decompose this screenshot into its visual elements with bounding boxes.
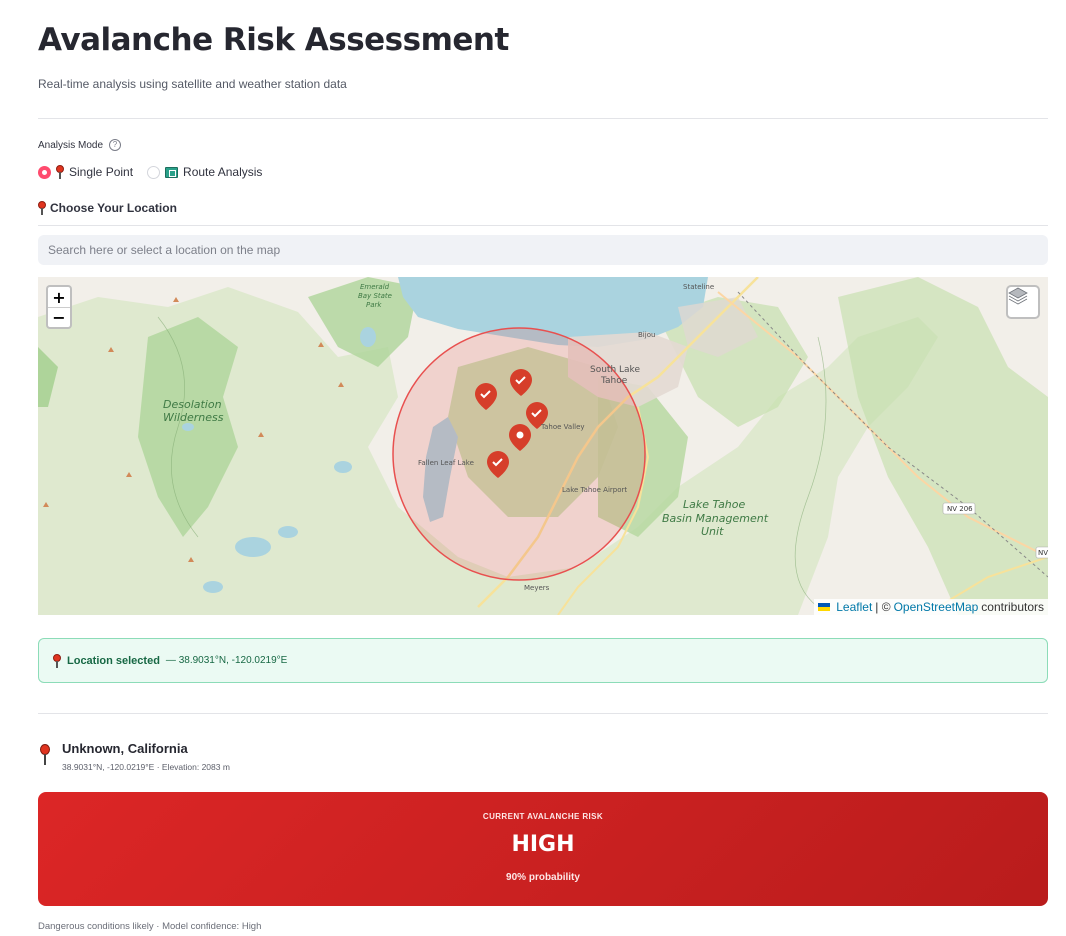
divider <box>38 225 1048 226</box>
alert-coords: — 38.9031°N, -120.0219°E <box>165 655 288 666</box>
round-pushpin-icon <box>53 653 61 668</box>
map-label: Lake Tahoe Airport <box>562 486 627 494</box>
page-subtitle: Real-time analysis using satellite and w… <box>38 77 347 91</box>
map-label: Bijou <box>638 331 655 339</box>
zoom-out-button[interactable]: − <box>48 307 70 327</box>
risk-card: CURRENT AVALANCHE RISK HIGH 90% probabil… <box>38 792 1048 906</box>
radio-selected-icon[interactable] <box>38 165 51 179</box>
analysis-mode-radio-group: Single Point Route Analysis <box>38 165 276 179</box>
map-label: Bay State <box>358 292 392 300</box>
choose-location-text: Choose Your Location <box>50 201 177 215</box>
leaflet-link[interactable]: Leaflet <box>836 600 872 614</box>
round-pushpin-icon <box>38 201 46 215</box>
zoom-in-button[interactable]: + <box>48 287 70 307</box>
location-selected-alert: Location selected — 38.9031°N, -120.0219… <box>38 638 1048 683</box>
analysis-mode-text: Analysis Mode <box>38 139 104 151</box>
map-label: Meyers <box>524 584 550 592</box>
map-view[interactable]: Desolation Wilderness Lake Tahoe Basin M… <box>38 277 1048 615</box>
risk-level: HIGH <box>511 832 575 857</box>
openstreetmap-link[interactable]: OpenStreetMap <box>894 600 979 614</box>
radio-unselected-icon[interactable] <box>147 165 161 179</box>
radio-label: Single Point <box>69 165 134 179</box>
zoom-control: + − <box>46 285 72 329</box>
radio-route-analysis[interactable]: Route Analysis <box>147 165 262 179</box>
page-title: Avalanche Risk Assessment <box>38 22 509 58</box>
question-circle-icon[interactable]: ? <box>109 139 122 151</box>
ukraine-flag-icon <box>818 603 831 611</box>
map-attribution: Leaflet | © OpenStreetMap contributors <box>814 599 1048 615</box>
location-meta: 38.9031°N, -120.0219°E · Elevation: 2083… <box>62 762 230 772</box>
map-label: Emerald <box>360 283 390 291</box>
map-label: Tahoe <box>600 376 628 386</box>
map-label: Fallen Leaf Lake <box>418 459 474 467</box>
location-name: Unknown, California <box>62 741 188 756</box>
radio-label: Route Analysis <box>183 165 263 179</box>
divider <box>38 118 1048 119</box>
map-label: NV 206 <box>947 505 973 513</box>
attribution-separator: | © <box>875 600 891 614</box>
map-label: Lake Tahoe <box>683 498 746 511</box>
map-label: South Lake <box>590 365 640 375</box>
round-pushpin-icon <box>40 744 50 766</box>
risk-probability: 90% probability <box>506 872 580 883</box>
attribution-suffix: contributors <box>981 600 1044 614</box>
map-label: Basin Management <box>662 512 769 525</box>
map-tiles: Desolation Wilderness Lake Tahoe Basin M… <box>38 277 1048 615</box>
map-label: Tahoe Valley <box>540 423 585 431</box>
map-icon <box>165 166 179 178</box>
map-label: Stateline <box>683 283 714 291</box>
map-label: Desolation <box>163 398 222 411</box>
alert-title: Location selected <box>67 654 160 667</box>
choose-location-heading: Choose Your Location <box>38 201 177 215</box>
layers-icon[interactable] <box>1006 285 1040 319</box>
radio-single-point[interactable]: Single Point <box>38 165 133 179</box>
risk-footnote: Dangerous conditions likely · Model conf… <box>38 921 262 932</box>
analysis-mode-label: Analysis Mode ? <box>38 139 122 151</box>
location-search-input[interactable] <box>38 235 1048 265</box>
divider <box>38 713 1048 714</box>
map-label: Unit <box>701 525 724 538</box>
map-label: NV <box>1038 549 1048 557</box>
risk-eyebrow: CURRENT AVALANCHE RISK <box>482 812 604 821</box>
round-pushpin-icon <box>56 165 64 179</box>
map-label: Wilderness <box>163 411 224 424</box>
map-label: Park <box>366 301 382 309</box>
